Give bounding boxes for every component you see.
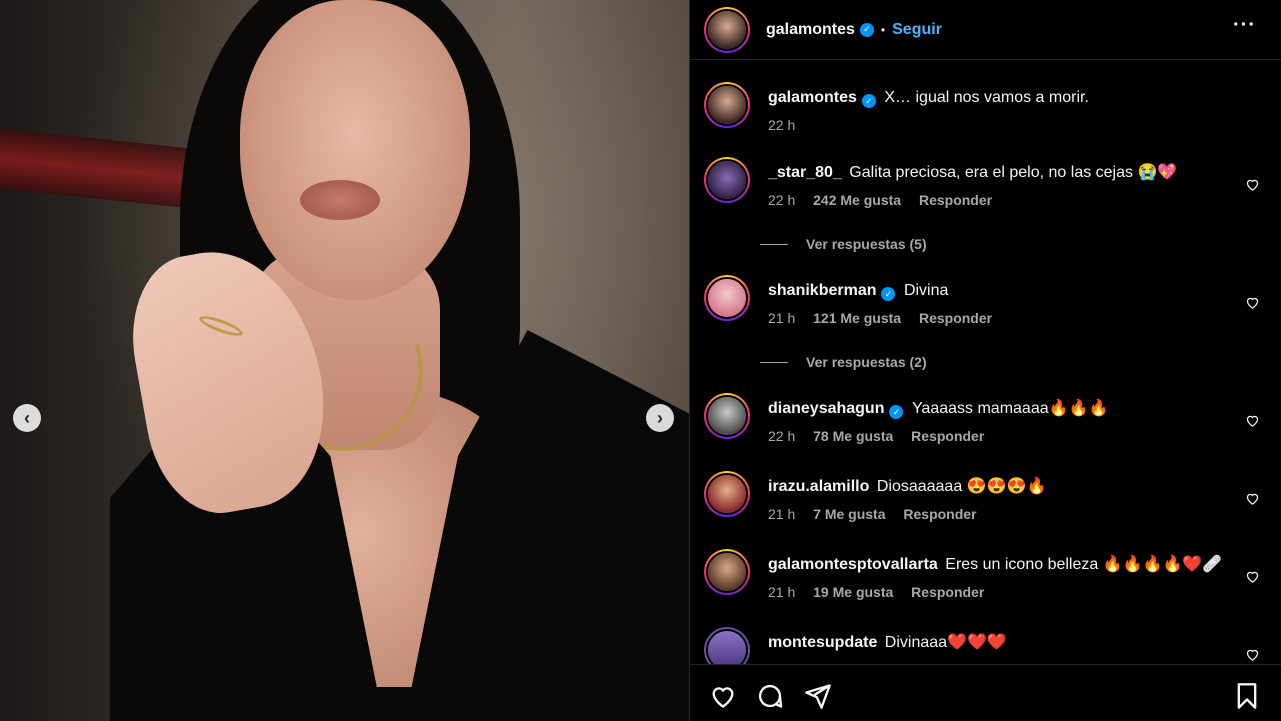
- separator-dot: •: [880, 22, 886, 37]
- post-side-panel: galamontes ✓ • Seguir ··· galamontes ✓ X……: [689, 0, 1281, 721]
- share-icon[interactable]: [804, 682, 832, 710]
- comment-username[interactable]: montesupdate: [768, 634, 877, 651]
- view-replies-label: Ver respuestas (2): [806, 354, 927, 370]
- post-actions-bar: [690, 664, 1281, 721]
- comment-username[interactable]: shanikberman: [768, 282, 876, 299]
- comment-time: 21 h: [768, 506, 796, 522]
- heart-icon[interactable]: [1245, 647, 1260, 662]
- heart-icon[interactable]: [1245, 295, 1260, 310]
- comment-likes[interactable]: 7 Me gusta: [813, 506, 885, 522]
- heart-icon[interactable]: [1245, 491, 1260, 506]
- view-replies-button[interactable]: Ver respuestas (2): [760, 354, 927, 370]
- comment-time: 21 h: [768, 310, 796, 326]
- comment-username[interactable]: irazu.alamillo: [768, 478, 869, 495]
- avatar[interactable]: [704, 82, 750, 128]
- comment-username[interactable]: dianeysahagun: [768, 400, 884, 417]
- comment-text: Yaaaass mamaaaa🔥🔥🔥: [911, 400, 1109, 417]
- verified-icon: ✓: [861, 94, 876, 108]
- carousel-prev-button[interactable]: ‹: [13, 404, 41, 432]
- view-replies-button[interactable]: Ver respuestas (5): [760, 236, 927, 252]
- media-face: [240, 0, 470, 300]
- comment-text: Diosaaaaaa 😍😍😍🔥: [876, 478, 1047, 495]
- post-media[interactable]: ‹ ›: [0, 0, 689, 721]
- comments-list[interactable]: galamontes ✓ X… igual nos vamos a morir. …: [690, 60, 1281, 664]
- avatar[interactable]: [704, 157, 750, 203]
- reply-button[interactable]: Responder: [919, 192, 992, 208]
- chevron-right-icon: ›: [657, 407, 663, 428]
- heart-icon[interactable]: [709, 682, 737, 710]
- comment-text: Eres un icono belleza 🔥🔥🔥🔥❤️🩹: [945, 556, 1223, 573]
- replies-divider: [760, 361, 788, 363]
- comment-likes[interactable]: 19 Me gusta: [813, 584, 893, 600]
- chevron-left-icon: ‹: [24, 407, 30, 428]
- caption-time: 22 h: [768, 117, 796, 133]
- comment-time: 22 h: [768, 192, 796, 208]
- comment-icon[interactable]: [756, 682, 784, 710]
- view-replies-label: Ver respuestas (5): [806, 236, 927, 252]
- reply-button[interactable]: Responder: [919, 310, 992, 326]
- avatar[interactable]: [704, 549, 750, 595]
- caption-username[interactable]: galamontes: [768, 89, 857, 106]
- reply-button[interactable]: Responder: [903, 506, 976, 522]
- avatar[interactable]: [704, 471, 750, 517]
- comment-text: Divinaaa❤️❤️❤️: [884, 634, 1007, 651]
- caption-text: X… igual nos vamos a morir.: [884, 89, 1089, 106]
- avatar[interactable]: [704, 393, 750, 439]
- reply-button[interactable]: Responder: [911, 584, 984, 600]
- reply-button[interactable]: Responder: [911, 428, 984, 444]
- comment-time: 21 h: [768, 584, 796, 600]
- comment-likes[interactable]: 78 Me gusta: [813, 428, 893, 444]
- heart-icon[interactable]: [1245, 413, 1260, 428]
- carousel-next-button[interactable]: ›: [646, 404, 674, 432]
- avatar[interactable]: [704, 627, 750, 664]
- verified-icon: ✓: [859, 22, 874, 37]
- post-header: galamontes ✓ • Seguir ···: [690, 0, 1281, 60]
- avatar[interactable]: [704, 275, 750, 321]
- media-lips: [300, 180, 380, 220]
- comment-time: 22 h: [768, 428, 796, 444]
- heart-icon[interactable]: [1245, 569, 1260, 584]
- follow-button[interactable]: Seguir: [892, 21, 942, 39]
- comment-username[interactable]: _star_80_: [768, 164, 842, 181]
- more-options-icon[interactable]: ···: [1233, 14, 1256, 37]
- verified-icon: ✓: [881, 287, 896, 301]
- author-username[interactable]: galamontes: [766, 21, 855, 39]
- verified-icon: ✓: [889, 405, 904, 419]
- comment-likes[interactable]: 121 Me gusta: [813, 310, 901, 326]
- comment-likes[interactable]: 242 Me gusta: [813, 192, 901, 208]
- bookmark-icon[interactable]: [1233, 682, 1261, 710]
- comment-text: Divina: [903, 282, 949, 299]
- replies-divider: [760, 243, 788, 245]
- comment-text: Galita preciosa, era el pelo, no las cej…: [849, 164, 1178, 181]
- author-avatar[interactable]: [704, 6, 750, 53]
- comment-username[interactable]: galamontesptovallarta: [768, 556, 938, 573]
- heart-icon[interactable]: [1245, 177, 1260, 192]
